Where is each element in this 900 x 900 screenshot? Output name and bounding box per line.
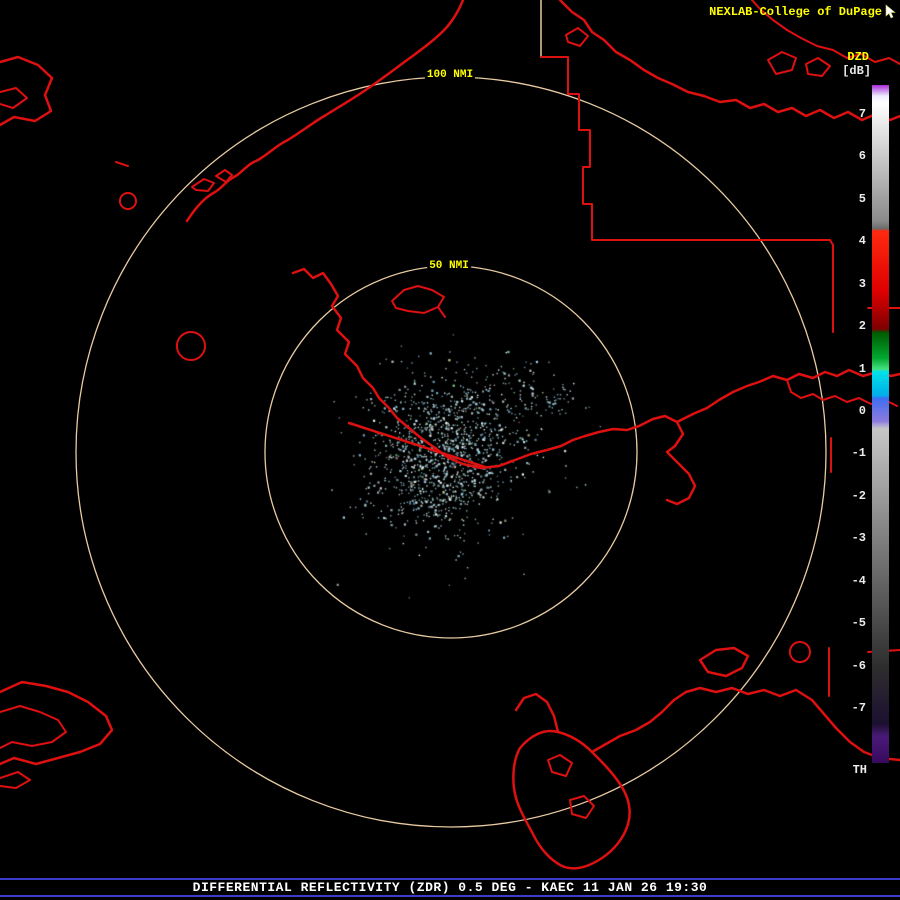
map-boundary-path — [192, 179, 214, 191]
map-boundary-path — [0, 682, 112, 764]
map-boundary-path — [0, 772, 30, 788]
colorbar-tick: -5 — [852, 617, 866, 630]
map-overlay — [0, 0, 900, 900]
colorbar-tick: 5 — [859, 193, 866, 206]
map-boundary-path — [120, 193, 136, 209]
colorbar-tick: 1 — [859, 363, 866, 376]
colorbar-tick: 7 — [859, 108, 866, 121]
map-boundary-path — [0, 88, 27, 108]
map-boundary-path — [768, 52, 796, 74]
colorbar-product-label: DZD — [847, 50, 869, 64]
map-boundary-path — [0, 706, 66, 748]
colorbar-units-label: [dB] — [842, 64, 871, 78]
colorbar-tick: -7 — [852, 702, 866, 715]
map-boundary-path — [806, 58, 830, 76]
range-ring-outer — [76, 77, 826, 827]
range-ring-label-50nmi: 50 NMI — [427, 260, 471, 272]
map-boundary-path — [116, 162, 128, 166]
range-ring-label-100nmi: 100 NMI — [425, 69, 475, 81]
map-boundary-path — [187, 0, 463, 221]
status-bar: DIFFERENTIAL REFLECTIVITY (ZDR) 0.5 DEG … — [0, 878, 900, 897]
map-boundary-path — [639, 416, 695, 504]
map-boundary-path — [592, 692, 686, 752]
colorbar-tick: 0 — [859, 405, 866, 418]
map-boundary-path — [392, 286, 444, 313]
status-text: DIFFERENTIAL REFLECTIVITY (ZDR) 0.5 DEG … — [193, 880, 708, 895]
map-boundary-path — [677, 370, 900, 422]
map-boundary-path — [516, 694, 558, 732]
map-boundary-path — [177, 332, 205, 360]
colorbar-gradient — [872, 85, 889, 763]
range-rings — [76, 77, 826, 827]
mouse-cursor-icon — [884, 4, 898, 19]
map-boundary-path — [438, 307, 445, 317]
map-boundaries — [0, 0, 900, 868]
colorbar-tick: -4 — [852, 575, 866, 588]
app-title: NEXLAB-College of DuPage — [709, 5, 882, 19]
map-boundary-path — [349, 423, 485, 467]
colorbar-tick: -1 — [852, 447, 866, 460]
map-boundary-path — [700, 648, 748, 676]
range-ring-inner — [265, 266, 637, 638]
map-boundary-path — [548, 755, 572, 776]
colorbar-tick: 4 — [859, 235, 866, 248]
radar-display: 100 NMI 50 NMI NEXLAB-College of DuPage … — [0, 0, 900, 900]
colorbar-tick: -2 — [852, 490, 866, 503]
colorbar-threshold-label: TH — [853, 763, 867, 777]
map-boundary-path — [566, 28, 588, 46]
colorbar-tick: -6 — [852, 660, 866, 673]
colorbar-tick: 3 — [859, 278, 866, 291]
map-boundary-path — [790, 642, 810, 662]
colorbar-tick: 6 — [859, 150, 866, 163]
colorbar-tick: -3 — [852, 532, 866, 545]
colorbar-tick: 2 — [859, 320, 866, 333]
